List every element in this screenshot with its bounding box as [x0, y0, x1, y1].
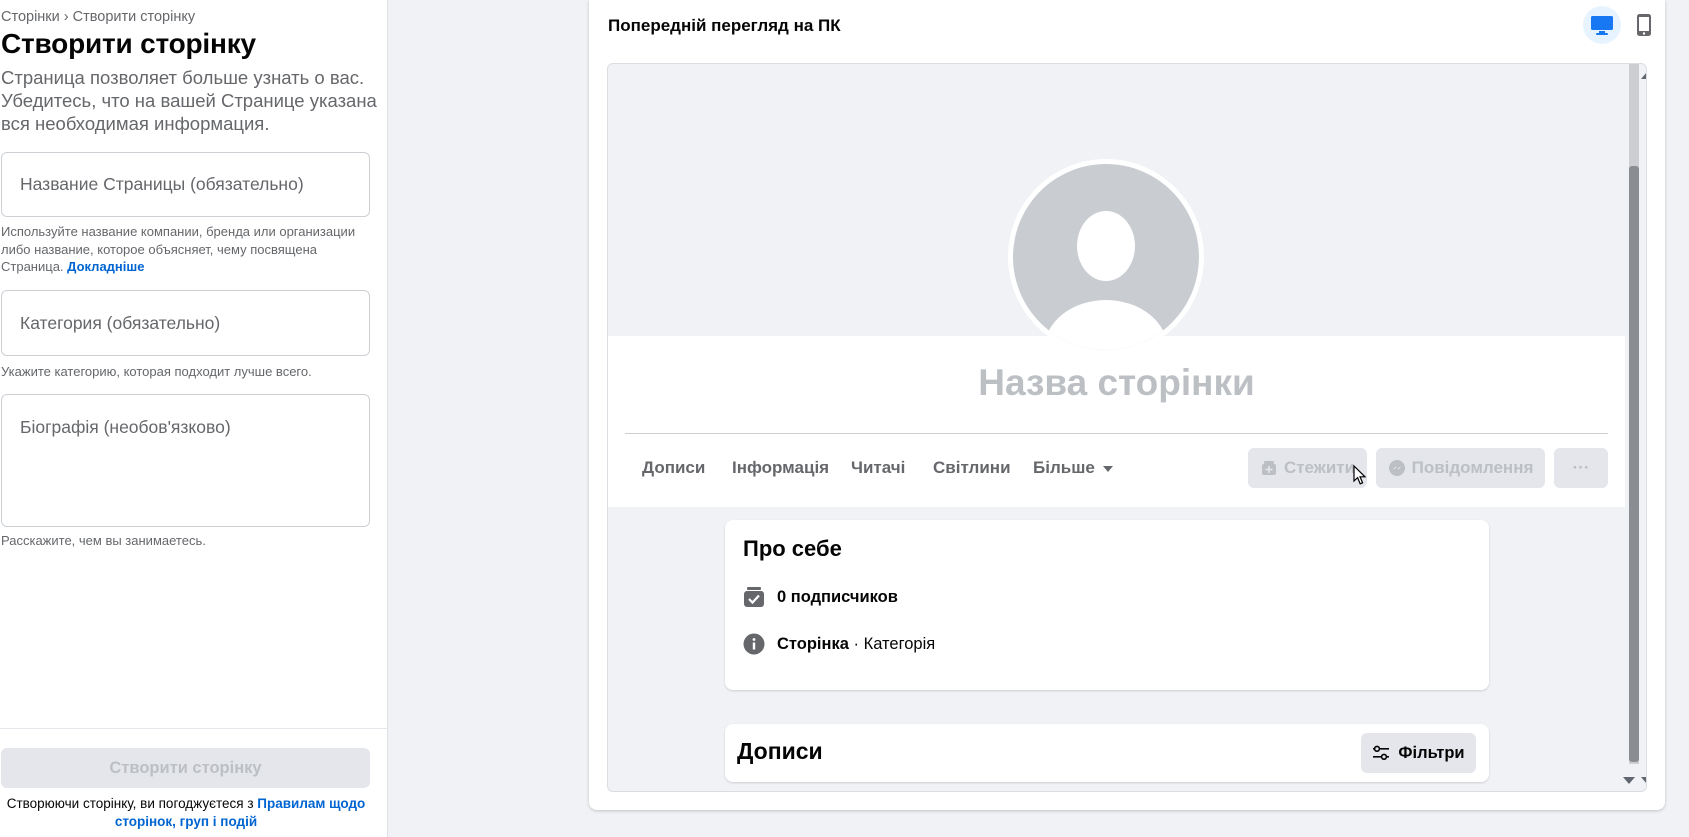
tab-about[interactable]: Інформація	[732, 458, 829, 478]
posts-title: Дописи	[737, 738, 823, 764]
breadcrumb-current: Створити сторінку	[72, 9, 196, 25]
breadcrumb: Сторінки › Створити сторінку	[1, 9, 195, 25]
more-dots-icon: ···	[1572, 458, 1590, 477]
more-actions-button[interactable]: ···	[1554, 448, 1608, 488]
mobile-preview-button[interactable]	[1625, 6, 1663, 44]
create-page-sidebar: Сторінки › Створити сторінку Створити стор…	[0, 0, 388, 837]
scroll-up-arrow-icon[interactable]	[1641, 72, 1646, 79]
learn-more-link[interactable]: Докладніше	[67, 259, 144, 274]
posts-card: Дописи Фільтри	[725, 724, 1489, 782]
breadcrumb-separator: ›	[63, 9, 69, 25]
bio-field[interactable]	[1, 394, 370, 527]
breadcrumb-pages-link[interactable]: Сторінки	[1, 9, 60, 25]
intro-text: Страница позволяет больше узнать о вас. …	[1, 67, 377, 134]
create-page-button[interactable]: Створити сторінку	[1, 748, 370, 788]
desktop-preview-button[interactable]	[1583, 6, 1621, 44]
mobile-icon	[1637, 14, 1651, 36]
profile-picture	[1008, 159, 1204, 355]
legal-text: Створюючи сторінку, ви погоджуєтеся з Пр…	[1, 795, 371, 831]
type-separator: ·	[848, 634, 864, 653]
about-title: Про себе	[743, 536, 842, 561]
default-avatar-icon	[1013, 164, 1199, 350]
mouse-cursor-icon	[1353, 465, 1367, 485]
preview-scrollbar[interactable]	[1623, 64, 1646, 791]
tab-more[interactable]: Більше	[1033, 458, 1113, 478]
tab-photos[interactable]: Світлини	[933, 458, 1011, 478]
desktop-preview-panel: Попередній перегляд на ПК Назва сторінки…	[589, 0, 1665, 810]
page-name-help-text: Используйте название компании, бренда ил…	[1, 224, 356, 274]
scrollbar-thumb[interactable]	[1629, 166, 1639, 762]
tabs-divider	[625, 433, 1608, 434]
page-name-help: Используйте название компании, бренда ил…	[1, 223, 379, 276]
follow-button[interactable]: Стежити	[1248, 448, 1367, 488]
tab-posts[interactable]: Дописи	[642, 458, 705, 478]
legal-text-prefix: Створюючи сторінку, ви погоджуєтеся з	[6, 796, 254, 811]
page-name-field[interactable]	[1, 152, 370, 217]
follow-icon	[1261, 461, 1276, 475]
category-label: Категорія	[863, 634, 936, 653]
scroll-down-arrow-icon[interactable]	[1641, 777, 1646, 784]
messenger-icon	[1388, 460, 1405, 476]
scroll-down-arrow-icon[interactable]	[1623, 777, 1635, 784]
category-field[interactable]	[1, 290, 370, 356]
tab-more-label: Більше	[1033, 458, 1095, 477]
bio-help: Расскажите, чем вы занимаетесь.	[1, 533, 206, 548]
page-title: Створити сторінку	[1, 28, 256, 59]
about-card: Про себе 0 подписчиков Сторінка · Катего…	[725, 520, 1489, 690]
filters-button[interactable]: Фільтри	[1361, 733, 1476, 773]
page-preview-frame: Назва сторінки Дописи Інформація Читачі …	[607, 63, 1647, 792]
category-help: Укажите категорию, которая подходит лучш…	[1, 364, 312, 379]
page-name-input[interactable]	[2, 153, 369, 216]
page-name-preview: Назва сторінки	[978, 362, 1255, 403]
follow-label: Стежити	[1283, 458, 1356, 477]
message-label: Повідомлення	[1411, 458, 1534, 477]
info-icon	[743, 633, 765, 655]
tab-followers[interactable]: Читачі	[851, 458, 905, 478]
preview-title: Попередній перегляд на ПК	[608, 16, 841, 35]
bio-textarea[interactable]	[2, 395, 369, 526]
page-type-label: Сторінка	[777, 634, 849, 653]
footer-divider	[0, 728, 388, 729]
followers-icon	[744, 587, 764, 607]
followers-count: 0 подписчиков	[777, 587, 898, 606]
category-input[interactable]	[2, 291, 369, 355]
message-button[interactable]: Повідомлення	[1376, 448, 1545, 488]
filters-icon	[1373, 745, 1390, 760]
page-type-row: Сторінка · Категорія	[743, 633, 935, 655]
caret-down-icon	[1102, 465, 1113, 472]
desktop-icon	[1591, 16, 1613, 35]
filters-label: Фільтри	[1398, 743, 1465, 762]
tab-photos-label: Світлини	[933, 458, 1011, 477]
followers-row: 0 подписчиков	[743, 586, 898, 608]
